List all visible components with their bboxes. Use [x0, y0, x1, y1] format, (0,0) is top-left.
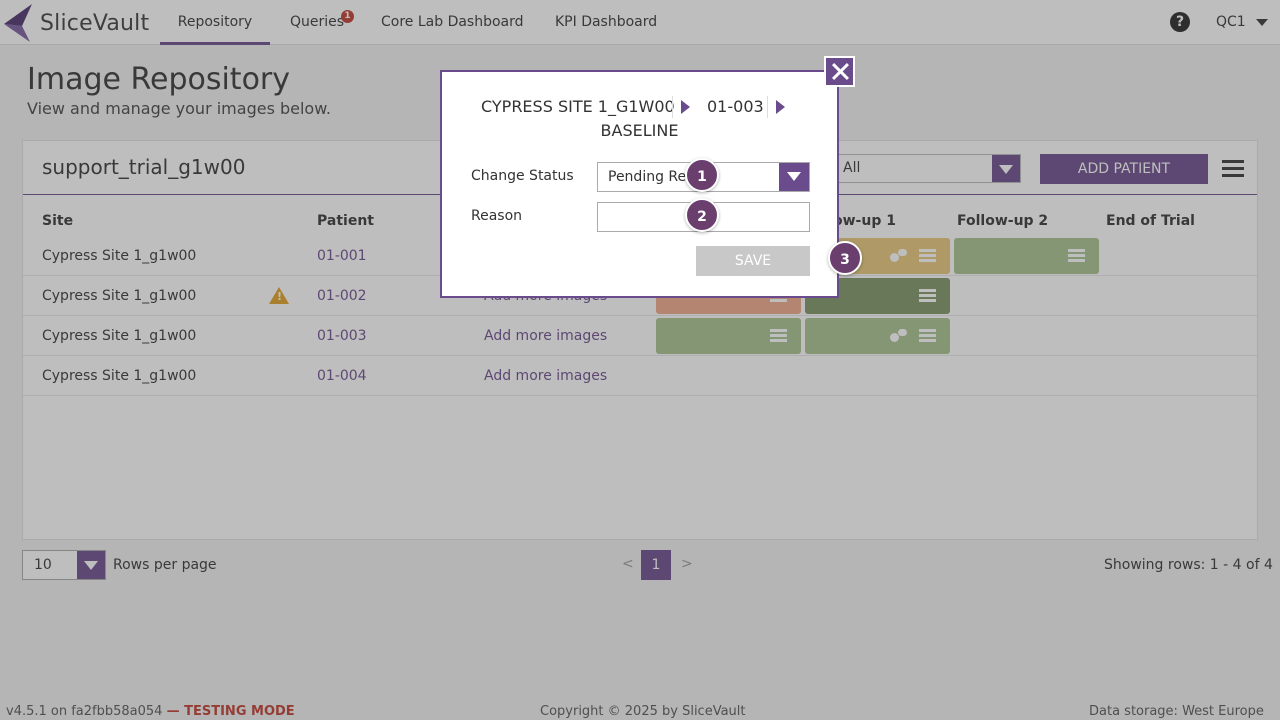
step-marker-1: 1	[685, 158, 719, 192]
breadcrumb-divider	[767, 96, 768, 118]
breadcrumb-site: CYPRESS SITE 1_G1W00	[481, 97, 675, 116]
reason-label: Reason	[471, 208, 523, 224]
chevron-right-icon	[776, 100, 785, 114]
breadcrumb-divider	[672, 96, 673, 118]
chevron-down-icon[interactable]	[779, 163, 809, 191]
chevron-right-icon	[681, 100, 690, 114]
status-value: Pending Rea	[608, 169, 695, 185]
save-button[interactable]: SAVE	[696, 246, 810, 276]
breadcrumb-visit: BASELINE	[600, 121, 679, 140]
change-status-modal: CYPRESS SITE 1_G1W00 01-003 BASELINE Cha…	[440, 70, 839, 298]
close-icon[interactable]	[824, 56, 855, 87]
breadcrumb-patient: 01-003	[707, 97, 764, 116]
change-status-label: Change Status	[471, 168, 574, 184]
step-marker-3: 3	[828, 241, 862, 275]
step-marker-2: 2	[685, 198, 719, 232]
